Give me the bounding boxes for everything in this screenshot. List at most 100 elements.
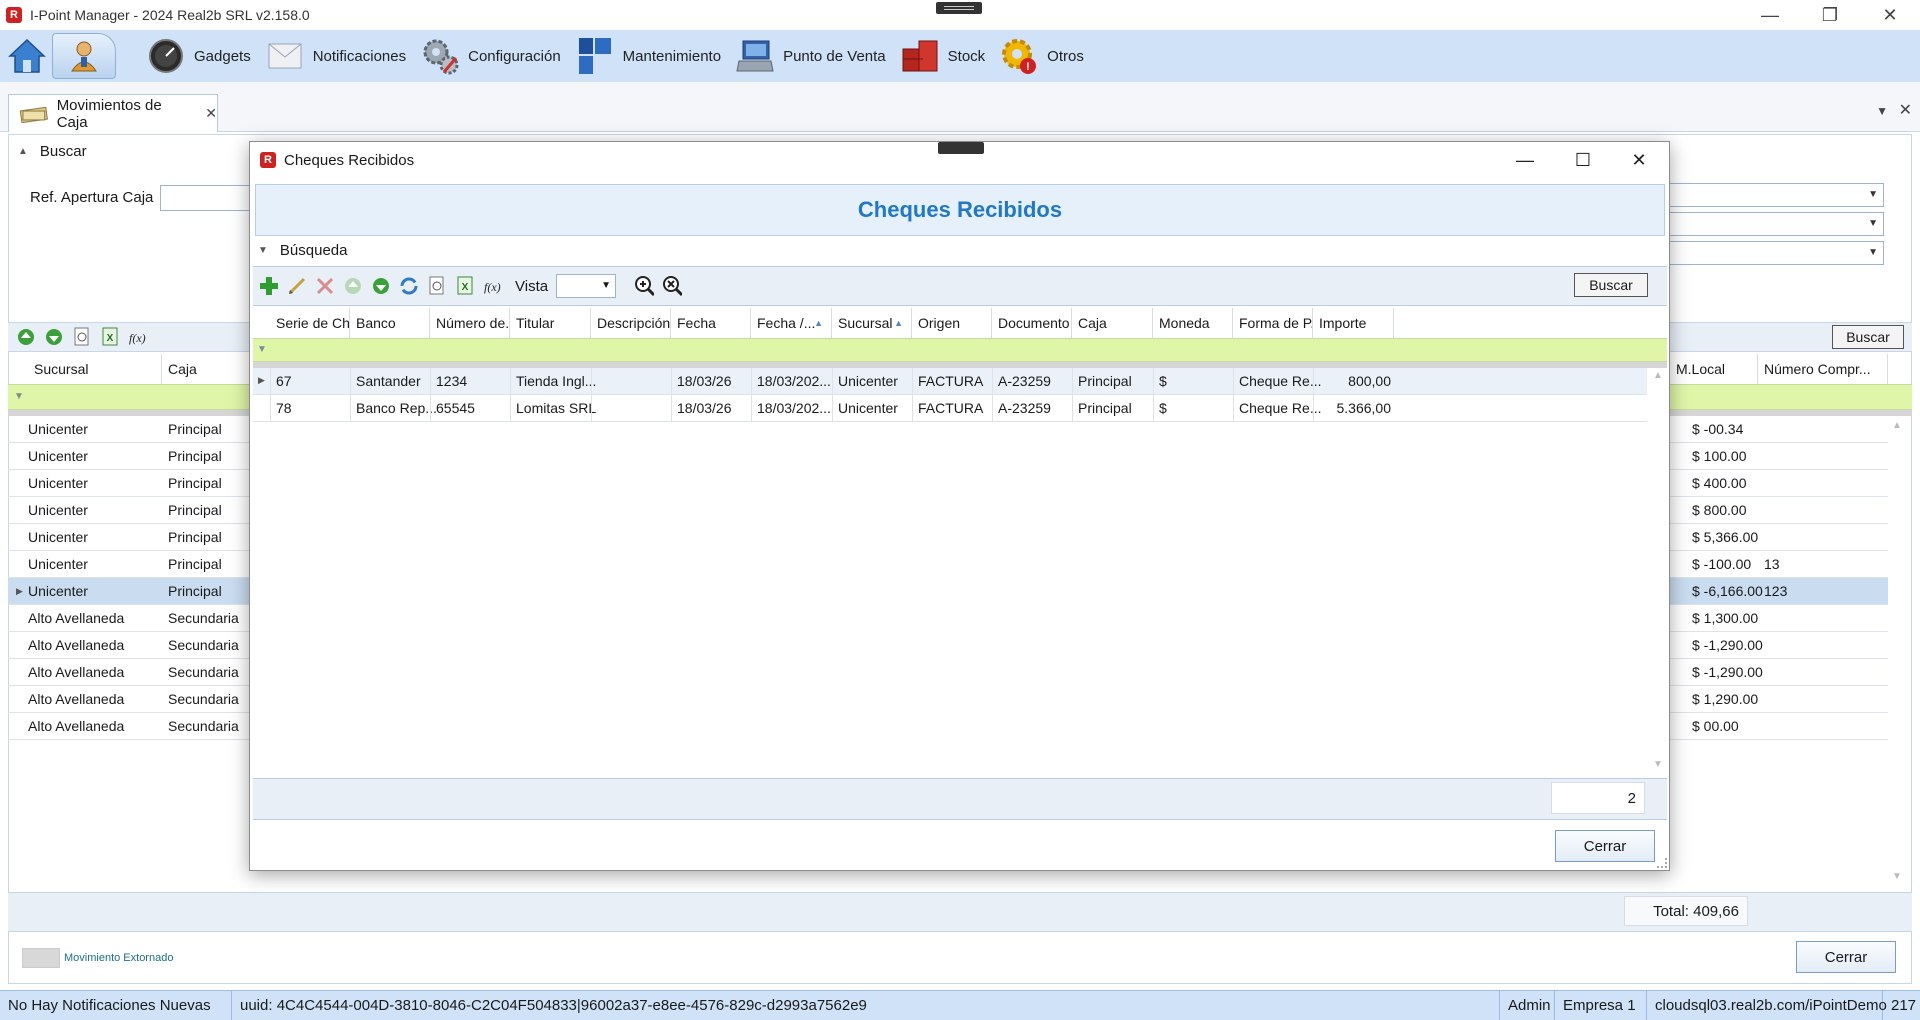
buscar-section-header[interactable]: ▲ Buscar	[18, 143, 87, 160]
column-header-titular[interactable]: Titular	[510, 308, 591, 338]
filter-combo-2[interactable]: ▼	[1666, 212, 1884, 236]
underlying-buscar-button[interactable]: Buscar	[1832, 325, 1904, 349]
move-up-icon[interactable]	[16, 327, 36, 347]
close-button[interactable]: ✕	[1860, 0, 1920, 30]
collapse-arrow-icon: ▲	[18, 146, 28, 157]
move-down-icon[interactable]	[371, 276, 391, 296]
column-header-importe[interactable]: Importe	[1313, 308, 1394, 338]
dialog-close-button[interactable]: ✕	[1614, 146, 1664, 174]
menu-otros[interactable]: ! Otros	[999, 33, 1084, 79]
cell-caja: Principal	[168, 502, 222, 518]
move-up-icon[interactable]	[343, 276, 363, 296]
column-header-caja[interactable]: Caja	[1072, 308, 1153, 338]
underlying-scrollbar[interactable]: ▲ ▼	[1888, 416, 1906, 886]
document-tabstrip: Movimientos de Caja ✕ ▼ ✕	[0, 82, 1920, 132]
svg-text:!: !	[1026, 61, 1030, 73]
tab-movimientos-de-caja[interactable]: Movimientos de Caja ✕	[8, 94, 218, 132]
filter-combo-3[interactable]: ▼	[1666, 241, 1884, 265]
formula-icon[interactable]: f(x)	[128, 327, 148, 347]
resize-grip-icon[interactable]	[1657, 858, 1667, 868]
column-header-numero[interactable]: Número Compr...	[1758, 354, 1888, 384]
menu-notificaciones[interactable]: Notificaciones	[265, 33, 406, 79]
zoom-clear-icon[interactable]	[662, 276, 683, 297]
busqueda-section-header[interactable]: ▼ Búsqueda	[258, 242, 347, 259]
column-header-moneda[interactable]: Moneda	[1153, 308, 1233, 338]
underlying-cerrar-button[interactable]: Cerrar	[1796, 941, 1896, 973]
dialog-buscar-button[interactable]: Buscar	[1574, 273, 1648, 297]
table-row[interactable]: 78 Banco Rep... 65545 Lomitas SRL 18/03/26 18…	[253, 395, 1647, 422]
column-divider	[1153, 395, 1154, 422]
cell-forma-de-pago: Cheque Re...	[1239, 400, 1322, 416]
excel-export-icon[interactable]: X	[100, 327, 120, 347]
dialog-cerrar-button[interactable]: Cerrar	[1555, 830, 1655, 862]
table-row[interactable]: ▶ 67 Santander 1234 Tienda Ingl... 18/03/26 18…	[253, 368, 1647, 395]
preview-icon[interactable]	[72, 327, 92, 347]
dialog-title: Cheques Recibidos	[284, 151, 415, 169]
column-divider	[912, 368, 913, 395]
status-notifications[interactable]: No Hay Notificaciones Nuevas	[0, 990, 232, 1020]
vista-select[interactable]: ▼	[556, 274, 617, 298]
menu-configuracion[interactable]: Configuración	[420, 33, 561, 79]
scroll-down-icon[interactable]: ▼	[1653, 759, 1663, 770]
menu-punto-de-venta[interactable]: Punto de Venta	[735, 33, 886, 79]
column-header-fecha[interactable]: Fecha	[671, 308, 751, 338]
column-header-sucursal[interactable]: Sucursal ▲	[832, 308, 912, 338]
scroll-up-icon[interactable]: ▲	[1653, 370, 1663, 381]
menu-gadgets[interactable]: Gadgets	[146, 33, 251, 79]
column-header-serie[interactable]: Serie de Ch...	[270, 308, 350, 338]
add-icon[interactable]	[259, 276, 279, 296]
move-down-icon[interactable]	[44, 327, 64, 347]
column-header-numero[interactable]: Número de...	[430, 308, 510, 338]
preview-icon[interactable]	[427, 276, 447, 296]
cell-moneda: $	[1159, 373, 1167, 389]
minimize-button[interactable]: —	[1740, 0, 1800, 30]
excel-export-icon[interactable]: X	[455, 276, 475, 296]
column-divider	[1233, 395, 1234, 422]
cell-importe: 800,00	[1348, 373, 1391, 389]
scroll-down-icon[interactable]: ▼	[1892, 871, 1902, 882]
cell-caja: Principal	[168, 421, 222, 437]
home-button[interactable]	[4, 34, 50, 78]
restore-button[interactable]: ❐	[1800, 0, 1860, 30]
column-header-fecha-acreditacion[interactable]: Fecha /... ▲	[751, 308, 832, 338]
column-header-caja[interactable]: Caja	[162, 354, 252, 384]
column-header-sucursal[interactable]: Sucursal	[28, 354, 162, 384]
scroll-up-icon[interactable]: ▲	[1892, 420, 1902, 431]
ref-apertura-input[interactable]	[160, 185, 256, 211]
refresh-icon[interactable]	[399, 276, 419, 296]
cell-fecha-acreditacion: 18/03/202...	[757, 373, 831, 389]
user-button[interactable]	[52, 33, 116, 79]
cell-caja: Principal	[1078, 373, 1132, 389]
delete-icon[interactable]	[315, 276, 335, 296]
column-divider	[270, 368, 271, 395]
column-header-banco[interactable]: Banco	[350, 308, 430, 338]
column-header-descripcion[interactable]: Descripción	[591, 308, 671, 338]
dialog-drag-handle-icon[interactable]	[938, 142, 984, 154]
gears-icon	[420, 36, 460, 76]
column-header-mlocal[interactable]: M.Local	[1670, 354, 1758, 384]
tab-list-dropdown-icon[interactable]: ▼	[1876, 104, 1888, 118]
formula-icon[interactable]: f(x)	[483, 276, 503, 296]
drag-handle-icon[interactable]	[936, 2, 982, 14]
close-all-tabs-icon[interactable]: ✕	[1899, 100, 1912, 120]
cell-caja: Secundaria	[168, 610, 239, 626]
status-user: Admin	[1500, 990, 1555, 1020]
cell-mlocal: $ 800.00	[1692, 502, 1747, 518]
filter-combo-1[interactable]: ▼	[1666, 183, 1884, 207]
dialog-minimize-button[interactable]: —	[1500, 146, 1550, 174]
dialog-maximize-button[interactable]: ☐	[1558, 146, 1608, 174]
column-header-origen[interactable]: Origen	[912, 308, 992, 338]
column-header-documento[interactable]: Documento	[992, 308, 1072, 338]
dialog-scrollbar[interactable]: ▲ ▼	[1650, 368, 1666, 772]
tab-close-icon[interactable]: ✕	[205, 105, 217, 122]
menu-stock[interactable]: Stock	[900, 33, 985, 79]
dialog-filter-row[interactable]: ▼	[253, 338, 1667, 362]
edit-icon[interactable]	[287, 276, 307, 296]
column-header-forma-de-pago[interactable]: Forma de P...	[1233, 308, 1313, 338]
cell-sucursal: Unicenter	[838, 373, 898, 389]
cell-numero: 123	[1764, 583, 1788, 599]
statusbar: No Hay Notificaciones Nuevas uuid: 4C4C4…	[0, 990, 1920, 1020]
zoom-in-icon[interactable]	[634, 276, 655, 297]
window-titlebar: R I-Point Manager - 2024 Real2b SRL v2.1…	[0, 0, 1920, 30]
menu-mantenimiento[interactable]: Mantenimiento	[575, 33, 721, 79]
